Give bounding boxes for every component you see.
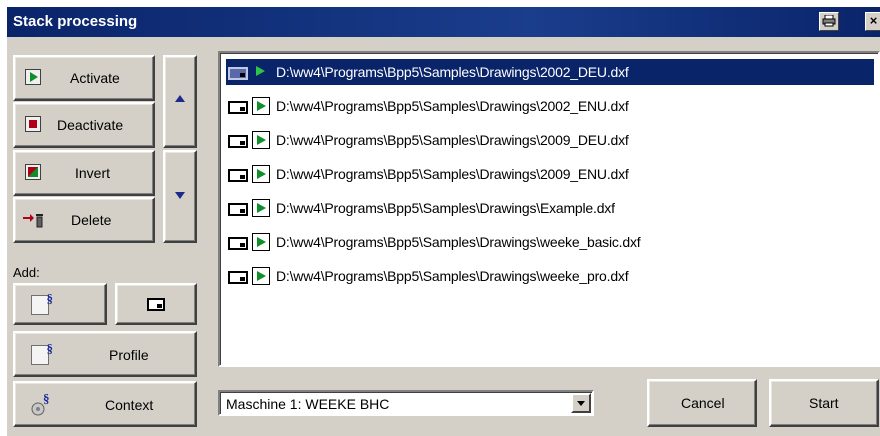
machine-select[interactable]: Maschine 1: WEEKE BHC (218, 390, 594, 416)
play-icon (252, 267, 270, 285)
context-icon: § (31, 391, 51, 416)
arrow-down-icon (175, 192, 185, 199)
context-label: Context (105, 397, 154, 413)
add-profile-icon-button[interactable]: § (13, 283, 107, 325)
file-list-item[interactable]: D:\ww4\Programs\Bpp5\Samples\Drawings\20… (226, 93, 874, 119)
file-path: D:\ww4\Programs\Bpp5\Samples\Drawings\20… (276, 98, 629, 114)
file-path: D:\ww4\Programs\Bpp5\Samples\Drawings\20… (276, 166, 629, 182)
play-icon (252, 131, 270, 149)
cancel-label: Cancel (681, 395, 725, 411)
drawing-icon (228, 237, 248, 250)
drawing-icon (147, 298, 165, 311)
add-label: Add: (13, 265, 40, 280)
invert-button[interactable]: Invert (13, 150, 155, 196)
move-down-button[interactable] (163, 150, 197, 243)
file-list-item[interactable]: D:\ww4\Programs\Bpp5\Samples\Drawings\we… (226, 229, 874, 255)
play-icon (252, 165, 270, 183)
drawing-icon (228, 271, 248, 284)
drawing-icon (228, 169, 248, 182)
machine-select-value: Maschine 1: WEEKE BHC (226, 396, 390, 412)
file-list-item[interactable]: D:\ww4\Programs\Bpp5\Samples\Drawings\20… (226, 59, 874, 85)
play-icon (252, 63, 270, 81)
invert-icon (25, 164, 41, 180)
window-title: Stack processing (13, 13, 138, 30)
play-icon (252, 199, 270, 217)
delete-label: Delete (71, 212, 112, 228)
activate-label: Activate (70, 70, 120, 86)
title-bar: Stack processing × (7, 7, 880, 37)
profile-doc-icon: § (31, 291, 53, 315)
play-icon (252, 233, 270, 251)
file-path: D:\ww4\Programs\Bpp5\Samples\Drawings\we… (276, 234, 641, 250)
stop-icon (25, 116, 41, 132)
close-icon[interactable]: × (865, 12, 880, 31)
drawing-icon (228, 203, 248, 216)
file-path: D:\ww4\Programs\Bpp5\Samples\Drawings\we… (276, 268, 629, 284)
file-list[interactable]: D:\ww4\Programs\Bpp5\Samples\Drawings\20… (218, 51, 880, 367)
play-icon (252, 97, 270, 115)
profile-icon: § (31, 341, 53, 365)
arrow-up-icon (175, 95, 185, 102)
delete-button[interactable]: Delete (13, 197, 155, 243)
profile-label: Profile (109, 347, 149, 363)
file-list-item[interactable]: D:\ww4\Programs\Bpp5\Samples\Drawings\20… (226, 127, 874, 153)
activate-button[interactable]: Activate (13, 55, 155, 101)
drawing-icon (228, 67, 248, 80)
invert-label: Invert (75, 165, 111, 181)
context-button[interactable]: § Context (13, 381, 197, 427)
deactivate-label: Deactivate (57, 117, 124, 133)
print-icon[interactable] (819, 12, 839, 31)
move-up-button[interactable] (163, 55, 197, 148)
chevron-down-icon[interactable] (571, 393, 591, 413)
stack-processing-window: Stack processing × Activate Deactivate I… (6, 6, 880, 436)
cancel-button[interactable]: Cancel (647, 379, 757, 427)
drawing-icon (228, 135, 248, 148)
deactivate-button[interactable]: Deactivate (13, 102, 155, 148)
file-list-item[interactable]: D:\ww4\Programs\Bpp5\Samples\Drawings\Ex… (226, 195, 874, 221)
file-list-item[interactable]: D:\ww4\Programs\Bpp5\Samples\Drawings\20… (226, 161, 874, 187)
file-list-item[interactable]: D:\ww4\Programs\Bpp5\Samples\Drawings\we… (226, 263, 874, 289)
file-path: D:\ww4\Programs\Bpp5\Samples\Drawings\20… (276, 132, 629, 148)
delete-icon (23, 211, 45, 229)
file-path: D:\ww4\Programs\Bpp5\Samples\Drawings\Ex… (276, 200, 615, 216)
drawing-icon (228, 101, 248, 114)
play-icon (25, 69, 41, 85)
profile-button[interactable]: § Profile (13, 331, 197, 377)
start-button[interactable]: Start (769, 379, 879, 427)
add-drawing-button[interactable] (115, 283, 197, 325)
file-path: D:\ww4\Programs\Bpp5\Samples\Drawings\20… (276, 64, 629, 80)
start-label: Start (809, 395, 839, 411)
